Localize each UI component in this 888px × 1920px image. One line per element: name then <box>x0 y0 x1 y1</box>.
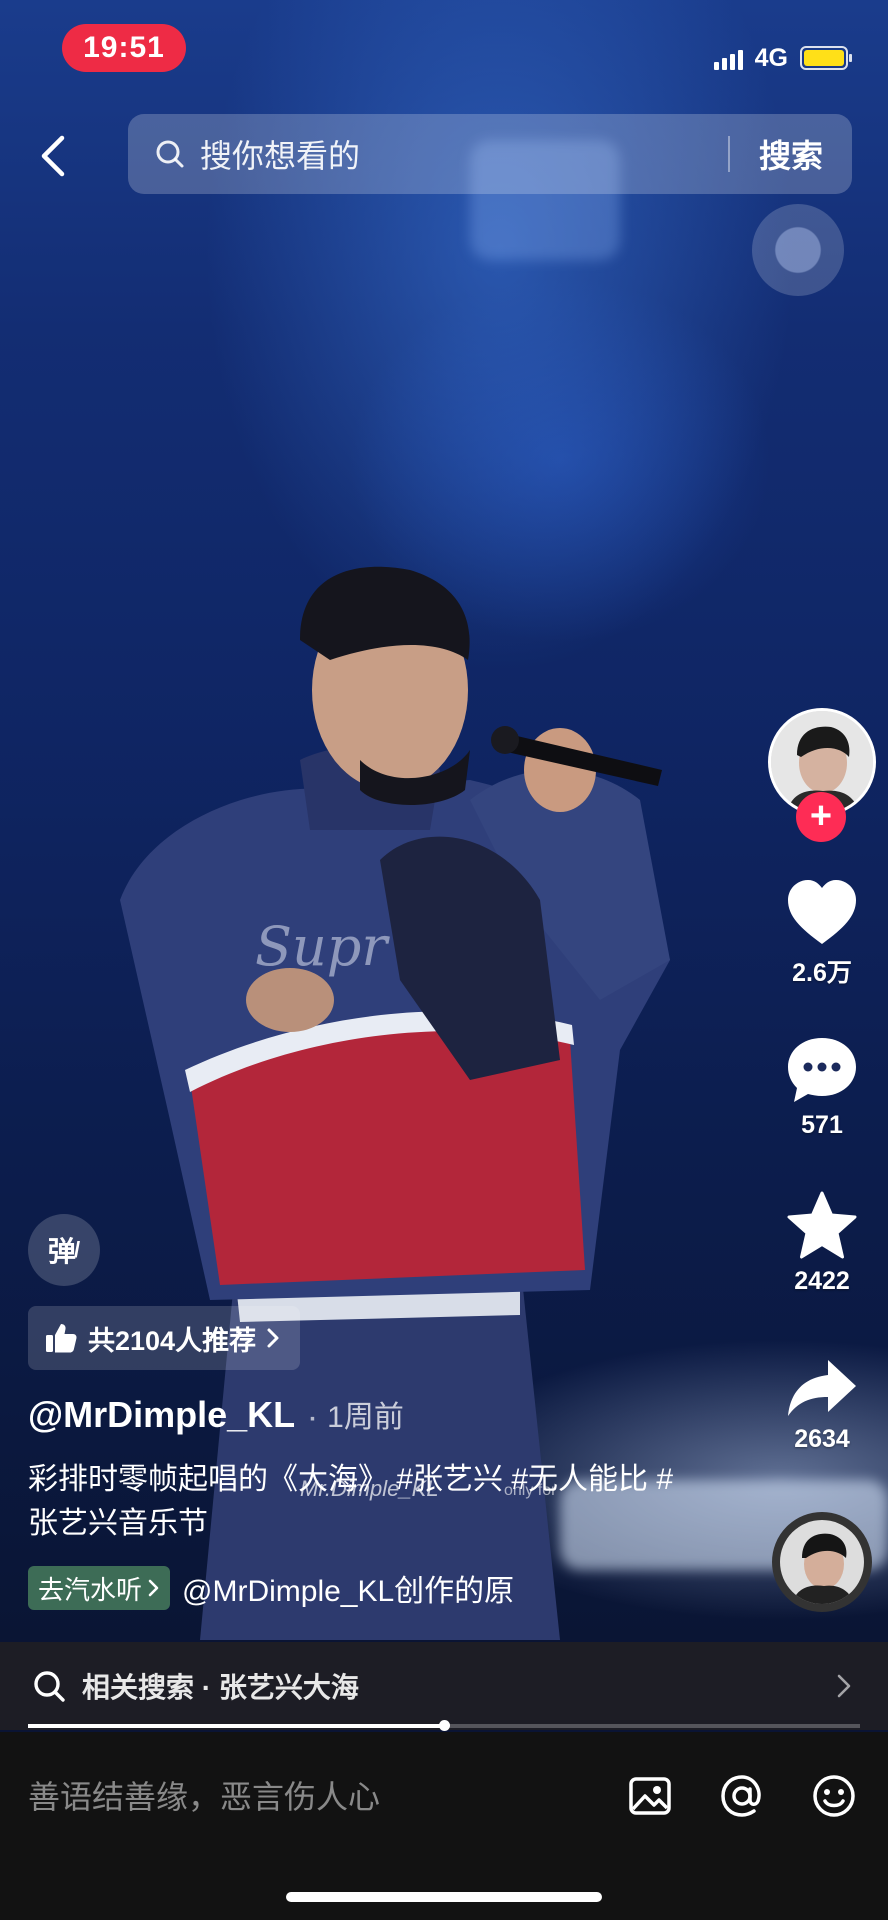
share-arrow-icon <box>788 1360 856 1416</box>
video-description[interactable]: 彩排时零帧起唱的《大海》 #张艺兴 #无人能比 #张艺兴音乐节 <box>28 1458 688 1546</box>
author-name[interactable]: @MrDimple_KL <box>28 1394 295 1436</box>
favorite-count: 2422 <box>794 1267 850 1295</box>
video-progress-bar[interactable] <box>28 1720 860 1731</box>
comment-count: 571 <box>801 1111 843 1139</box>
chevron-right-icon <box>837 1674 851 1698</box>
related-search-bar[interactable]: 相关搜索 · 张艺兴大海 <box>0 1642 888 1730</box>
comment-button[interactable]: 571 <box>768 1034 876 1140</box>
follow-plus-button[interactable]: + <box>796 792 846 842</box>
svg-text:Supr: Supr <box>255 915 390 978</box>
author-row: @MrDimple_KL · 1周前 <box>28 1392 404 1436</box>
comment-input[interactable]: 善语结善缘，恶言伤人心 <box>28 1772 380 1818</box>
video-watermark: Mr.Dimple_KL <box>300 1476 439 1501</box>
recommend-badge[interactable]: 共2104人推荐 <box>28 1306 301 1370</box>
chevron-right-icon <box>148 1579 159 1597</box>
emoji-icon[interactable] <box>810 1772 858 1820</box>
back-arrow-icon[interactable] <box>30 128 74 184</box>
status-indicators: 4G <box>713 38 852 78</box>
search-input[interactable]: 搜你想看的 <box>200 131 728 177</box>
danmu-label: 弹 <box>47 1236 76 1267</box>
share-button[interactable]: 2634 <box>768 1356 876 1454</box>
at-mention-icon[interactable] <box>718 1772 766 1820</box>
image-icon[interactable] <box>626 1772 674 1820</box>
network-type: 4G <box>754 43 788 72</box>
comment-bubble-icon <box>788 1038 856 1102</box>
heart-icon <box>788 880 856 944</box>
video-watermark-small: only for <box>504 1482 557 1499</box>
search-icon <box>156 140 184 168</box>
signal-icon <box>713 46 743 70</box>
recommend-text: 共2104人推荐 <box>88 1325 257 1356</box>
qishui-listen-label: 去汽水听 <box>38 1574 143 1605</box>
post-time: 1周前 <box>327 1401 404 1434</box>
floating-ball-icon[interactable] <box>752 204 844 296</box>
music-row[interactable]: 去汽水听 @MrDimple_KL创作的原 <box>28 1566 552 1610</box>
music-title[interactable]: @MrDimple_KL创作的原 <box>182 1566 552 1610</box>
progress-knob[interactable] <box>439 1720 450 1731</box>
status-time: 19:51 <box>62 24 186 72</box>
home-indicator[interactable] <box>286 1892 602 1902</box>
chevron-right-icon <box>267 1328 279 1348</box>
qishui-listen-tag[interactable]: 去汽水听 <box>28 1566 171 1610</box>
search-icon <box>34 1671 65 1702</box>
related-search-label: 相关搜索 · 张艺兴大海 <box>82 1672 359 1703</box>
danmu-toggle-button[interactable]: 弹 / <box>28 1214 100 1286</box>
battery-icon <box>800 46 852 70</box>
favorite-button[interactable]: 2422 <box>768 1190 876 1296</box>
share-count: 2634 <box>794 1425 850 1453</box>
danmu-slash-icon: / <box>73 1237 81 1262</box>
thumbs-up-icon <box>46 1324 77 1353</box>
star-icon <box>787 1191 857 1259</box>
like-button[interactable]: 2.6万 <box>768 878 876 989</box>
like-count: 2.6万 <box>792 959 852 987</box>
search-button[interactable]: 搜索 <box>730 131 852 177</box>
progress-played <box>28 1724 444 1728</box>
search-bar[interactable]: 搜你想看的 搜索 <box>128 114 852 194</box>
separator-dot: · <box>309 1406 318 1433</box>
music-disc-icon[interactable] <box>772 1512 872 1612</box>
music-disc-cover <box>780 1520 864 1604</box>
